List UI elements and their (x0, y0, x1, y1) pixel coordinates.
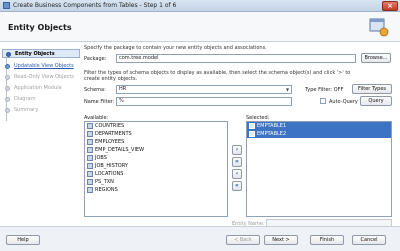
item-label: JOBS (95, 155, 107, 161)
table-icon (87, 139, 93, 145)
item-label: COUNTRIES (95, 123, 125, 129)
add-all-button[interactable]: » (232, 157, 242, 167)
step-label: Application Module (14, 85, 62, 91)
package-input[interactable]: com.tree.model (116, 54, 356, 63)
package-label: Package: (84, 56, 107, 62)
list-item[interactable]: EMP_DETAILS_VIEW (85, 146, 227, 154)
table-icon (249, 123, 255, 129)
item-label: DEPARTMENTS (95, 131, 132, 137)
step-read-only-view-objects: Read-Only View Objects (2, 73, 80, 82)
close-button[interactable]: × (382, 1, 398, 11)
name-filter-input[interactable]: % (116, 97, 292, 106)
back-button: < Back (226, 235, 260, 245)
item-label: JOB_HISTORY (95, 163, 128, 169)
step-label: Updatable View Objects (14, 63, 74, 69)
schema-label: Schema: (84, 87, 106, 93)
auto-query-label: Auto-Query (329, 99, 358, 105)
intro-text: Specify the package to contain your new … (84, 45, 267, 51)
wizard-footer: Help < Back Next > Finish Cancel (0, 226, 400, 251)
window-titlebar: Create Business Components from Tables -… (0, 0, 400, 12)
step-diagram: Diagram (2, 95, 80, 104)
list-item[interactable]: EMPTABLE1 (247, 122, 391, 130)
list-item[interactable]: LOCATIONS (85, 170, 227, 178)
auto-query-checkbox[interactable] (320, 98, 326, 104)
filter-description: Filter the types of schema objects to di… (84, 70, 351, 82)
page-title: Entity Objects (8, 23, 72, 32)
help-button[interactable]: Help (6, 235, 40, 245)
item-label: EMPLOYEES (95, 139, 125, 145)
list-item[interactable]: JOBS (85, 154, 227, 162)
item-label: EMPTABLE1 (257, 123, 287, 129)
remove-button[interactable]: ‹ (232, 169, 242, 179)
browse-button[interactable]: Browse... (361, 53, 391, 63)
window-title: Create Business Components from Tables -… (13, 2, 177, 9)
step-summary: Summary (2, 106, 80, 115)
item-label: REGIONS (95, 187, 118, 193)
wizard-steps: Entity Objects Updatable View Objects Re… (0, 43, 80, 226)
list-item[interactable]: EMPTABLE2 (247, 130, 391, 138)
step-indicator-icon (5, 75, 10, 80)
table-icon (87, 131, 93, 137)
filter-types-button[interactable]: Filter Types (352, 84, 392, 94)
table-icon (87, 179, 93, 185)
item-label: PS_TXN (95, 179, 114, 185)
available-list[interactable]: COUNTRIES DEPARTMENTS EMPLOYEES EMP_DETA… (84, 121, 228, 217)
step-indicator-icon (5, 64, 10, 69)
chevron-down-icon: ▼ (285, 87, 290, 92)
step-entity-objects[interactable]: Entity Objects (2, 49, 80, 58)
item-label: EMPTABLE2 (257, 131, 287, 137)
list-item[interactable]: JOB_HISTORY (85, 162, 227, 170)
table-icon (87, 187, 93, 193)
table-icon (87, 171, 93, 177)
list-item[interactable]: COUNTRIES (85, 122, 227, 130)
table-icon (87, 163, 93, 169)
next-button[interactable]: Next > (264, 235, 298, 245)
type-filter-status: Type Filter: OFF (305, 87, 344, 93)
list-item[interactable]: EMPLOYEES (85, 138, 227, 146)
step-updatable-view-objects[interactable]: Updatable View Objects (2, 62, 80, 71)
list-item[interactable]: PS_TXN (85, 178, 227, 186)
schema-value: HR (119, 86, 127, 92)
table-icon (249, 131, 255, 137)
remove-all-button[interactable]: « (232, 181, 242, 191)
schema-select[interactable]: HR ▼ (116, 85, 292, 94)
item-label: EMP_DETAILS_VIEW (95, 147, 145, 153)
wizard-content: Specify the package to contain your new … (82, 43, 400, 228)
table-icon (87, 155, 93, 161)
step-indicator-icon (5, 108, 10, 113)
list-item[interactable]: DEPARTMENTS (85, 130, 227, 138)
list-item[interactable]: REGIONS (85, 186, 227, 194)
cancel-button[interactable]: Cancel (352, 235, 386, 245)
step-label: Summary (14, 107, 39, 113)
wizard-header: Entity Objects (0, 12, 400, 42)
finish-button[interactable]: Finish (310, 235, 344, 245)
selected-list[interactable]: EMPTABLE1 EMPTABLE2 (246, 121, 392, 217)
step-label: Diagram (14, 96, 36, 102)
item-label: LOCATIONS (95, 171, 124, 177)
view-icon (87, 147, 93, 153)
entity-object-icon (369, 18, 389, 37)
name-filter-label: Name Filter: (84, 99, 115, 105)
step-application-module: Application Module (2, 84, 80, 93)
app-icon (3, 2, 10, 9)
step-indicator-icon (5, 86, 10, 91)
step-indicator-icon (6, 52, 11, 57)
step-indicator-icon (5, 97, 10, 102)
step-label: Entity Objects (15, 51, 55, 57)
add-button[interactable]: › (232, 145, 242, 155)
table-icon (87, 123, 93, 129)
step-label: Read-Only View Objects (14, 74, 74, 80)
query-button[interactable]: Query (360, 96, 392, 106)
